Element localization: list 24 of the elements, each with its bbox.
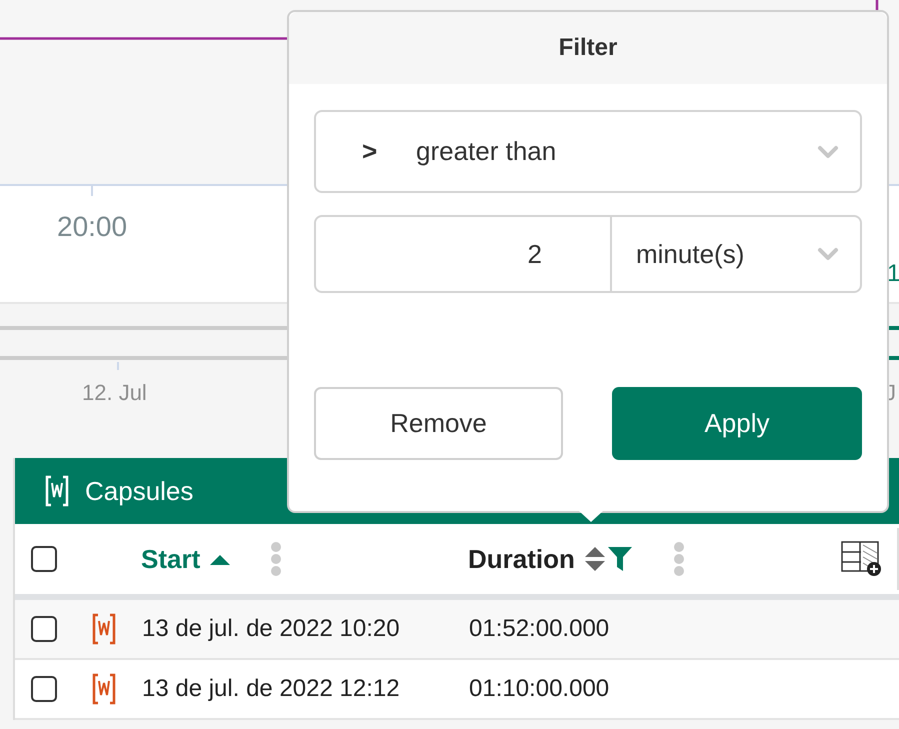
filter-icon[interactable] — [606, 546, 633, 572]
axis-label: 20:00 — [57, 210, 128, 244]
checkbox[interactable] — [31, 676, 57, 702]
capsule-icon — [92, 673, 116, 705]
operator-select[interactable]: > greater than — [314, 110, 862, 193]
sort-icon[interactable] — [584, 545, 605, 573]
axis-label: 12. Jul — [82, 379, 147, 407]
add-column-icon[interactable] — [841, 541, 881, 577]
table-cell-text: 01:10:00.000 — [469, 674, 610, 704]
column-header[interactable]: Start — [141, 540, 200, 578]
sort-up-icon[interactable] — [210, 553, 230, 565]
capsule-icon — [45, 475, 69, 507]
checkbox[interactable] — [31, 616, 57, 642]
table-cell-text: 13 de jul. de 2022 12:12 — [142, 674, 401, 704]
remove-button[interactable]: Remove — [314, 387, 563, 460]
panel-title: Capsules — [85, 474, 194, 508]
popover-title: Filter — [558, 33, 618, 63]
column-header[interactable]: Duration — [468, 540, 575, 578]
capsule-icon — [92, 613, 116, 645]
checkbox[interactable] — [31, 546, 57, 572]
table-cell-text: 01:52:00.000 — [469, 614, 610, 644]
axis-label: 1 — [887, 259, 899, 289]
table-cell-text: 13 de jul. de 2022 10:20 — [142, 614, 401, 644]
apply-button[interactable]: Apply — [612, 387, 862, 460]
